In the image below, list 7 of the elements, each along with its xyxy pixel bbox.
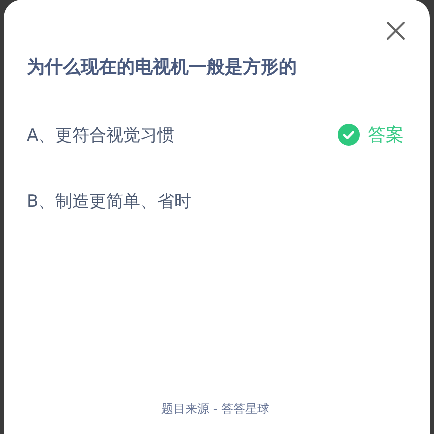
check-icon: [338, 124, 360, 146]
source-text: 题目来源 - 答答星球: [160, 401, 270, 418]
answer-option[interactable]: A、更符合视觉习惯: [27, 124, 338, 146]
question-title: 为什么现在的电视机一般是方形的: [27, 56, 298, 80]
answer-label: 答案: [368, 124, 404, 147]
answer-option[interactable]: B、制造更简单、省时: [27, 190, 404, 212]
close-icon[interactable]: [386, 21, 406, 41]
